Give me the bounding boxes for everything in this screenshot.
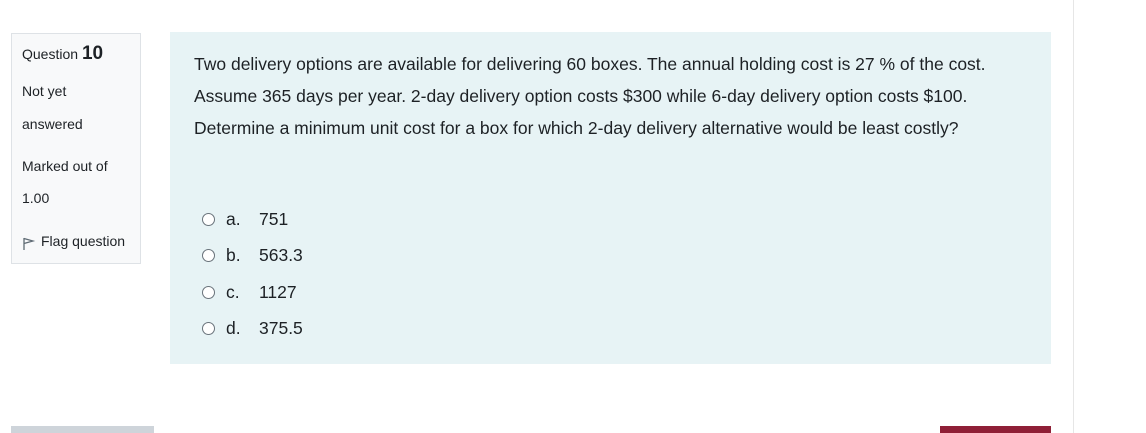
right-divider [1073,0,1074,433]
radio-unselected-icon[interactable] [202,285,215,299]
question-number: 10 [81,43,104,64]
answer-option-a[interactable]: a. 751 [202,201,303,238]
answer-letter: d. [226,318,241,339]
question-number-heading: Question 10 [22,43,103,65]
quiz-page: Question 10 Not yet answered Marked out … [0,0,1146,433]
answer-option-c[interactable]: c. 1127 [202,274,303,311]
marked-out-of-value: 1.00 [22,190,50,206]
radio-unselected-icon[interactable] [202,249,215,263]
radio-unselected-icon[interactable] [202,212,215,226]
answer-letter: b. [226,245,241,266]
flag-question-link[interactable]: Flag question [22,233,125,251]
previous-page-button[interactable] [11,426,154,433]
status-text-line2: answered [22,116,83,132]
next-page-button[interactable] [940,426,1051,433]
answer-options: a. 751 b. 563.3 c. 1127 d. 375.5 [202,201,303,347]
radio-unselected-icon[interactable] [202,322,215,336]
question-text: Two delivery options are available for d… [194,54,986,138]
flag-icon [22,237,36,251]
answer-value: 375.5 [259,318,303,339]
marked-out-of-label: Marked out of [22,158,108,174]
question-content: Two delivery options are available for d… [170,32,1051,364]
answer-letter: a. [226,208,241,229]
flag-question-label: Flag question [41,233,126,249]
question-info-panel: Question 10 Not yet answered Marked out … [11,33,141,264]
answer-option-b[interactable]: b. 563.3 [202,238,303,275]
question-label: Question [22,46,79,62]
answer-letter: c. [226,281,240,302]
answer-value: 751 [259,208,289,229]
answer-option-d[interactable]: d. 375.5 [202,311,303,348]
answer-value: 1127 [259,281,297,302]
status-text-line1: Not yet [22,83,67,99]
answer-value: 563.3 [259,245,303,266]
